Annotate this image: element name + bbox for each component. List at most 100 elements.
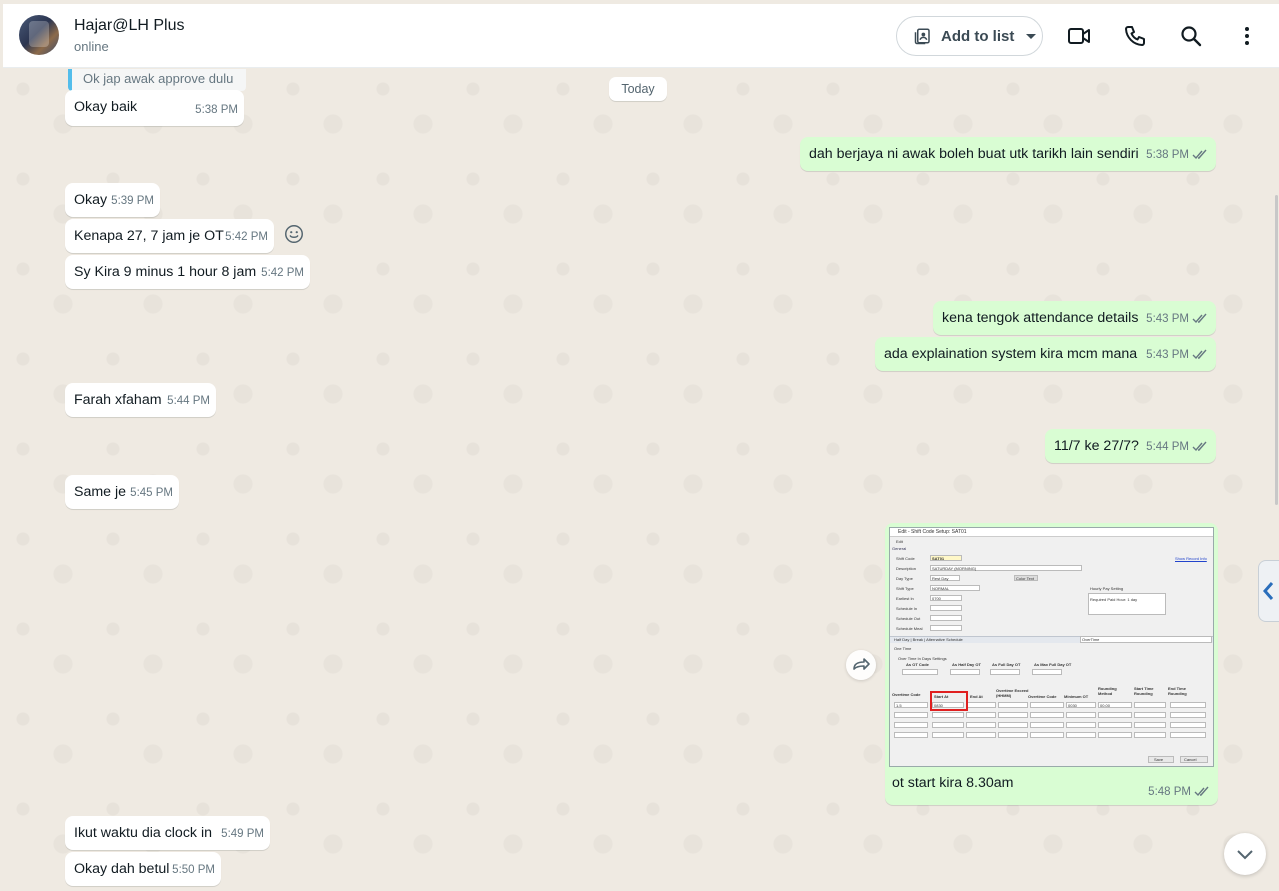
screenshot-cell [894,722,928,728]
chevron-left-icon [1263,582,1274,600]
screenshot-overtime-tab: OverTime [1082,637,1100,642]
screenshot-label: As Half Day OT [952,662,981,667]
message-in[interactable]: Okay dah betul 5:50 PM [65,852,221,886]
screenshot-field [930,605,962,611]
screenshot-value: NORMAL [932,586,950,591]
contact-name[interactable]: Hajar@LH Plus [74,17,185,35]
screenshot-cell [1066,732,1096,738]
screenshot-cell [1066,722,1096,728]
screenshot-label: As Max Full Day OT [1034,662,1072,667]
screenshot-label: Schedule Out [896,616,921,621]
screenshot-label: Over Time In Days Settings [898,656,947,661]
screenshot-cell [932,712,964,718]
screenshot-cell-value: 0030 [1068,703,1077,708]
forward-icon[interactable] [846,650,876,680]
chat-area[interactable]: Ok jap awak approve dulu Okay baik 5:38 … [3,69,1276,891]
message-in[interactable]: Okay baik 5:38 PM [65,90,244,126]
screenshot-cell [966,702,996,708]
add-to-list-button[interactable]: Add to list [896,16,1043,56]
chevron-down-icon [1026,33,1037,39]
message-time: 5:44 PM [1146,441,1189,453]
message-time: 5:49 PM [221,828,264,840]
screenshot-col-header: Overtime Code [1028,694,1057,699]
screenshot-value: SAT01 [932,556,945,561]
screenshot-tabs: Half Day | Break | Alternative Schedule [894,637,963,642]
message-time: 5:43 PM [1146,313,1189,325]
message-meta: 5:43 PM [1146,310,1208,329]
screenshot-value: SATURDAY (MORNING) [932,566,977,571]
highlight-box [930,691,968,711]
message-text: Ikut waktu dia clock in [74,825,212,841]
message-meta: 5:43 PM [1146,346,1208,365]
message-text: Farah xfaham [74,392,162,408]
search-icon[interactable] [1179,24,1203,48]
screenshot-col-header: End At [970,694,983,699]
message-out[interactable]: ada explaination system kira mcm mana 5:… [875,337,1216,371]
message-in[interactable]: Farah xfaham 5:44 PM [65,383,216,417]
image-caption: ot start kira 8.30am [892,775,1014,791]
message-out[interactable]: kena tengok attendance details 5:43 PM [933,301,1216,335]
screenshot-field [990,669,1020,675]
chevron-down-icon [1237,850,1253,860]
message-text: dah berjaya ni awak boleh buat utk tarik… [809,146,1139,162]
attached-screenshot[interactable]: Edit - Shift Code Setup: SAT01 Edit Gene… [889,527,1214,767]
screenshot-cell [998,732,1028,738]
screenshot-cell [1134,712,1166,718]
screenshot-label: Required Paid Hour: 1 day [1090,597,1138,602]
scrollbar[interactable] [1275,195,1278,505]
side-panel-tab[interactable] [1258,560,1279,622]
screenshot-cell [1066,712,1096,718]
screenshot-cell [966,722,996,728]
message-in[interactable]: Okay 5:39 PM [65,183,160,217]
screenshot-window-title: Edit - Shift Code Setup: SAT01 [890,528,1213,537]
screenshot-cell [1170,712,1206,718]
image-message[interactable]: Edit - Shift Code Setup: SAT01 Edit Gene… [885,523,1218,805]
screenshot-cell-value: 00.00 [1100,703,1111,708]
message-in[interactable]: Same je 5:45 PM [65,475,179,509]
screenshot-active-tab [1080,636,1212,643]
screenshot-col-header: Minimum OT [1064,694,1089,699]
scroll-to-bottom-button[interactable] [1224,833,1266,875]
screenshot-cell [998,712,1028,718]
screenshot-button-label: Cancel [1184,757,1197,762]
emoji-reaction-icon[interactable] [283,223,305,245]
screenshot-label: Day Type [896,576,913,581]
message-in[interactable]: Sy Kira 9 minus 1 hour 8 jam 5:42 PM [65,255,310,289]
message-in[interactable]: Ikut waktu dia clock in 5:49 PM [65,816,270,850]
screenshot-col-header: Overtime Exceed (HHMM) [996,688,1029,698]
avatar[interactable] [19,15,59,55]
screenshot-cell [1170,702,1206,708]
message-meta: 5:44 PM [1146,438,1208,457]
date-separator: Today [609,77,667,101]
message-out[interactable]: dah berjaya ni awak boleh buat utk tarik… [800,137,1216,171]
screenshot-cell [1098,722,1132,728]
screenshot-cell [1098,732,1132,738]
message-time: 5:42 PM [261,267,304,279]
screenshot-cell [1030,722,1064,728]
screenshot-field [902,669,938,675]
screenshot-cell [932,722,964,728]
quoted-message[interactable]: Ok jap awak approve dulu [68,69,246,91]
message-text: Okay dah betul [74,861,170,877]
menu-icon[interactable] [1235,24,1259,48]
read-ticks-icon [1192,442,1207,452]
screenshot-col-header: Overtime Code [892,692,921,697]
message-in[interactable]: Kenapa 27, 7 jam je OT 5:42 PM [65,219,274,253]
screenshot-field [1032,669,1062,675]
voice-call-icon[interactable] [1123,24,1147,48]
screenshot-cell [1134,732,1166,738]
screenshot-cell [1098,712,1132,718]
contact-list-icon [914,28,930,45]
message-text: Okay baik [74,99,138,115]
read-ticks-icon [1192,150,1207,160]
screenshot-cell [894,732,928,738]
message-time: 5:48 PM [1148,786,1191,798]
screenshot-cell [932,732,964,738]
screenshot-label: One Time [894,646,912,651]
video-call-icon[interactable] [1067,24,1091,48]
screenshot-value: Rest Day [932,576,949,581]
message-text: Same je [74,484,127,500]
read-ticks-icon [1194,787,1209,797]
message-out[interactable]: 11/7 ke 27/7? 5:44 PM [1045,429,1216,463]
message-meta: 5:48 PM [1148,786,1210,798]
